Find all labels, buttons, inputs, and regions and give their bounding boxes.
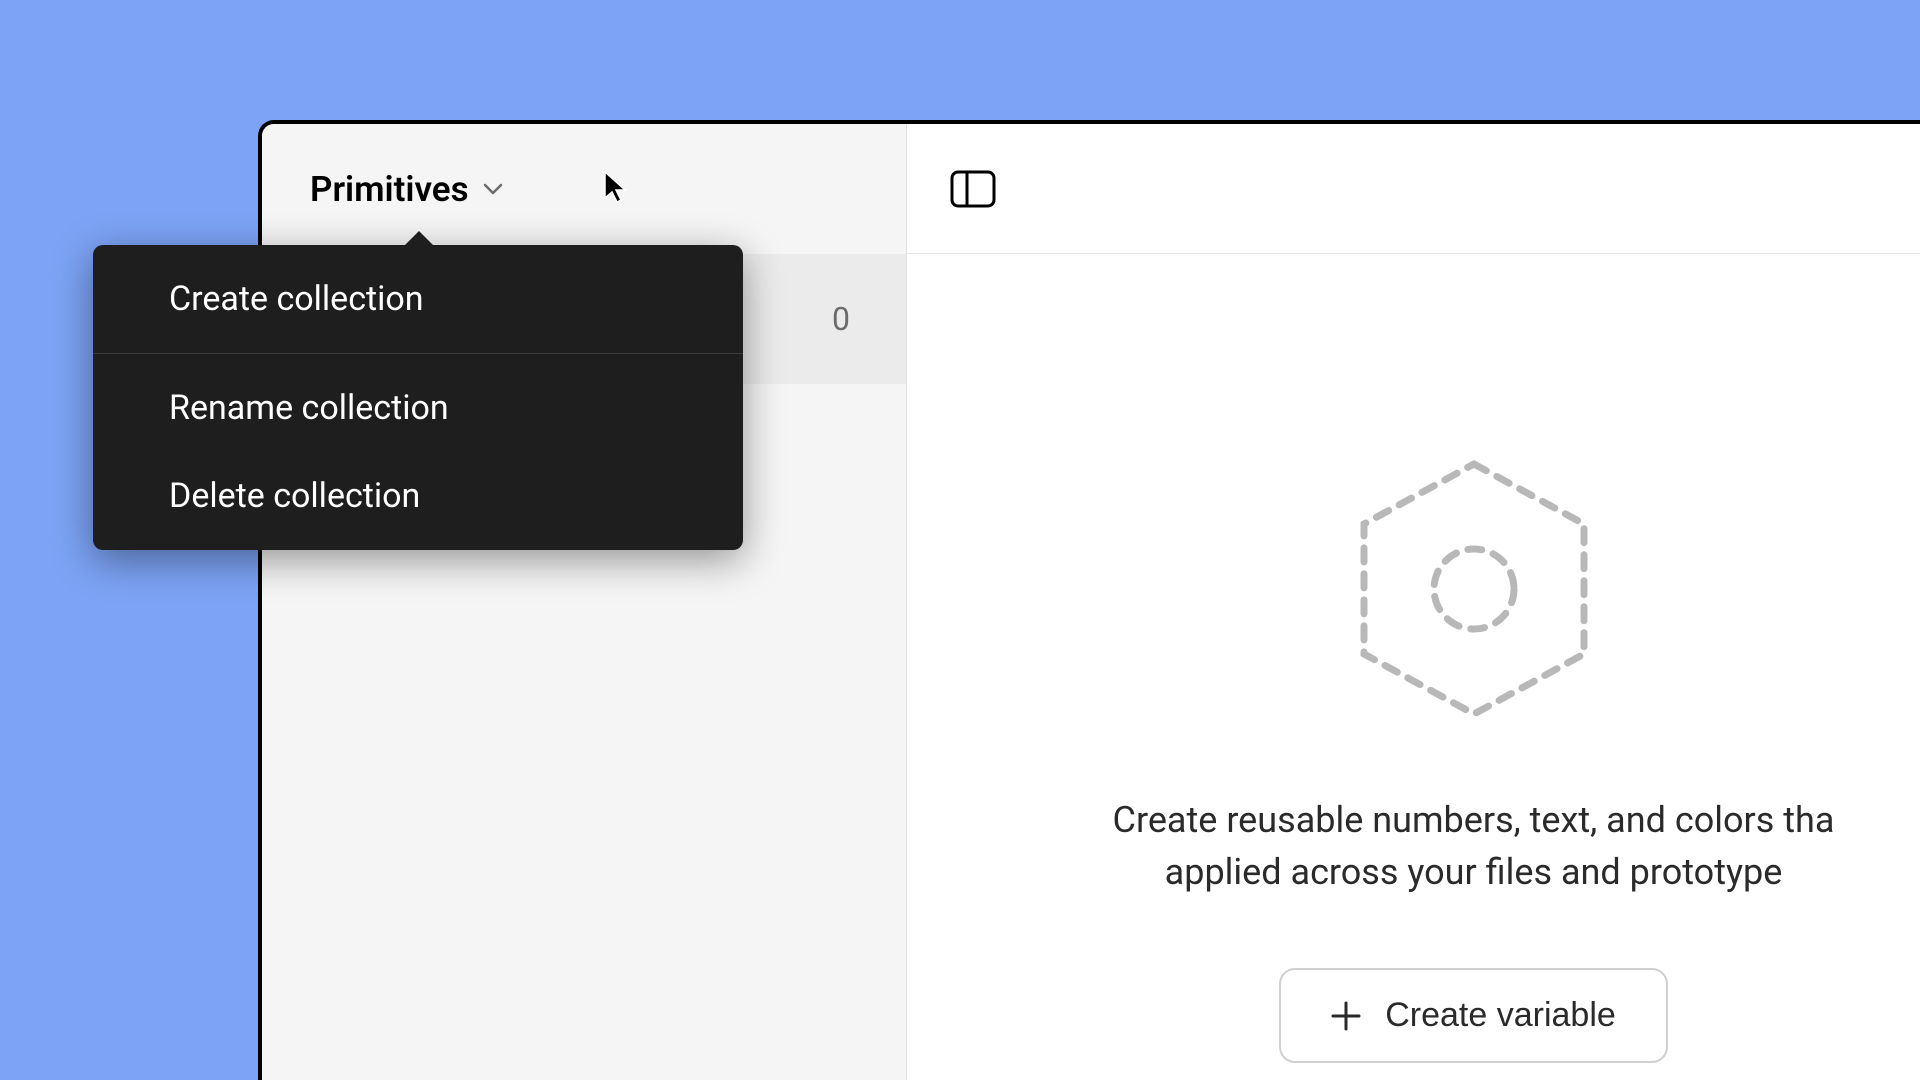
empty-state-text: Create reusable numbers, text, and color… bbox=[1113, 794, 1835, 898]
panel-toggle-icon[interactable] bbox=[949, 169, 997, 209]
main-header bbox=[907, 124, 1920, 254]
menu-group: Rename collection Delete collection bbox=[93, 354, 743, 550]
plus-icon bbox=[1331, 1001, 1361, 1031]
hexagon-icon bbox=[1344, 444, 1604, 734]
empty-text-line-1: Create reusable numbers, text, and color… bbox=[1113, 794, 1835, 846]
create-variable-button[interactable]: Create variable bbox=[1279, 968, 1668, 1063]
menu-create-collection[interactable]: Create collection bbox=[93, 245, 743, 353]
menu-rename-collection[interactable]: Rename collection bbox=[93, 354, 743, 452]
collection-context-menu: Create collection Rename collection Dele… bbox=[93, 245, 743, 550]
empty-state: Create reusable numbers, text, and color… bbox=[907, 254, 1920, 1063]
collection-name-label: Primitives bbox=[310, 169, 469, 210]
collection-dropdown[interactable]: Primitives bbox=[262, 124, 906, 254]
chevron-down-icon bbox=[483, 183, 503, 195]
menu-delete-collection[interactable]: Delete collection bbox=[93, 452, 743, 550]
main-content: Create reusable numbers, text, and color… bbox=[907, 124, 1920, 1080]
empty-text-line-2: applied across your files and prototype bbox=[1113, 846, 1835, 898]
cursor-icon bbox=[602, 170, 628, 204]
variable-count: 0 bbox=[832, 300, 850, 338]
create-variable-label: Create variable bbox=[1385, 996, 1616, 1035]
